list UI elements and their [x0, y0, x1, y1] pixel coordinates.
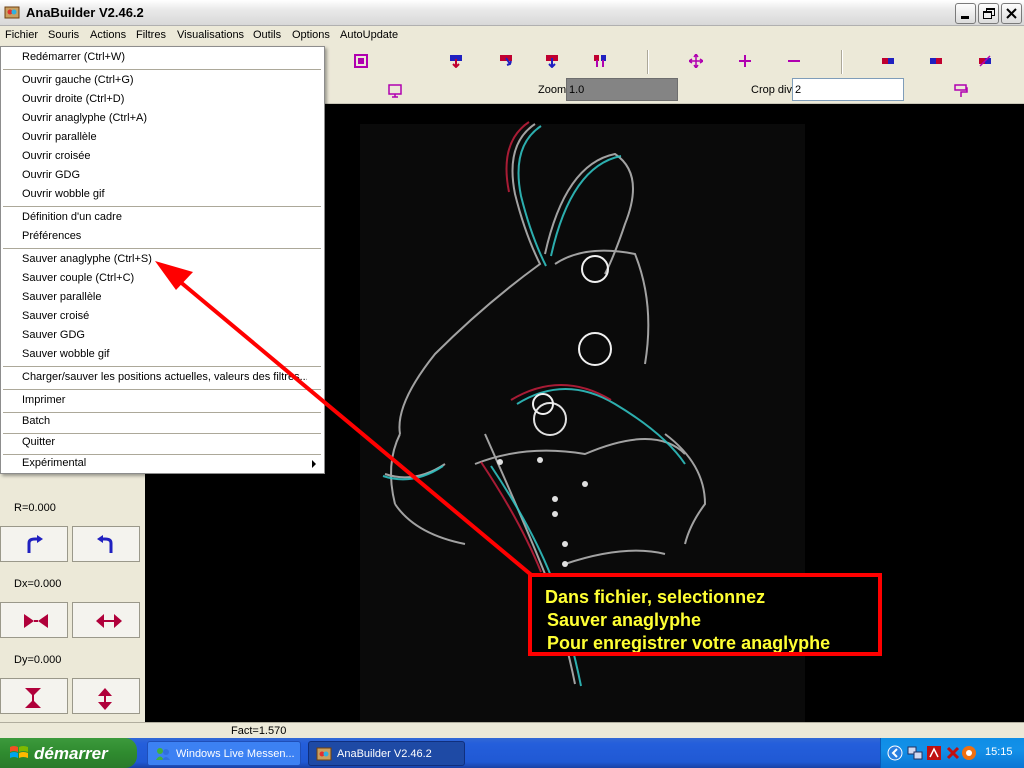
- system-tray: 15:15: [880, 738, 1024, 768]
- avast-icon[interactable]: [961, 745, 977, 761]
- clock: 15:15: [985, 746, 1013, 758]
- anabuilder-icon: [316, 747, 332, 761]
- acrobat-icon[interactable]: [926, 745, 942, 761]
- annotation-line-1: Dans fichier, selectionnez: [545, 587, 766, 607]
- taskbar: démarrer Windows Live Messen... AnaBuild…: [0, 738, 1024, 768]
- taskbar-item-label: AnaBuilder V2.46.2: [337, 748, 432, 760]
- annotation-box: Dans fichier, selectionnez Sauver anagly…: [528, 573, 882, 656]
- annotation-line-2: Sauver anaglyphe: [547, 610, 702, 630]
- network-icon[interactable]: [907, 745, 923, 761]
- tray-collapse-icon[interactable]: [887, 745, 903, 761]
- security-alert-icon[interactable]: [945, 745, 961, 761]
- messenger-icon: [156, 748, 170, 760]
- start-button[interactable]: démarrer: [0, 738, 137, 768]
- windows-logo-icon: [10, 746, 28, 758]
- taskbar-item-label: Windows Live Messen...: [176, 748, 295, 760]
- annotation-line-3: Pour enregistrer votre anaglyphe: [547, 633, 831, 653]
- taskbar-item-anabuilder[interactable]: AnaBuilder V2.46.2: [308, 741, 465, 766]
- taskbar-item-messenger[interactable]: Windows Live Messen...: [147, 741, 301, 766]
- start-label: démarrer: [34, 744, 108, 763]
